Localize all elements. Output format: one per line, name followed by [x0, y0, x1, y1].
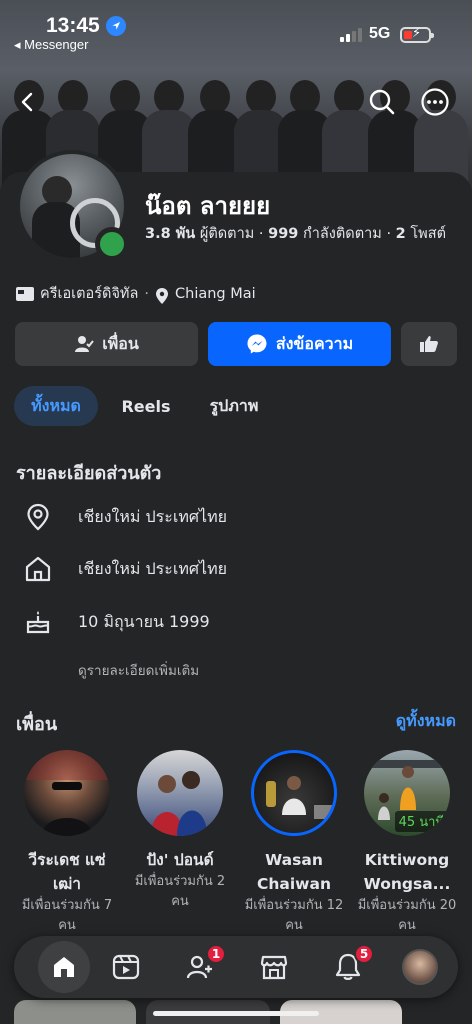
tab-photos[interactable]: รูปภาพ: [192, 386, 276, 426]
more-options-button[interactable]: [419, 86, 451, 118]
location-pin-icon: [155, 287, 169, 304]
back-button[interactable]: [12, 86, 44, 118]
network-type: 5G: [369, 25, 391, 42]
message-button[interactable]: ส่งข้อความ: [208, 322, 391, 366]
back-to-app-link[interactable]: ◂ Messenger: [14, 37, 88, 53]
detail-birthday: 10 มิถุนายน 1999: [0, 602, 472, 642]
battery-icon: ⚡: [400, 26, 434, 43]
detail-birthday-text: 10 มิถุนายน 1999: [78, 611, 210, 631]
nav-notifications[interactable]: 5: [328, 944, 374, 987]
online-indicator: [95, 227, 129, 261]
friend-card[interactable]: ปัง' ปอนด์ มีเพื่อนร่วมกัน 2 คน: [128, 750, 232, 912]
friend-card[interactable]: วีระเดช แซ่ เฒ่า มีเพื่อนร่วมกัน 7 คน: [15, 750, 119, 936]
friends-title: เพื่อน: [16, 714, 58, 735]
detail-lives-in: เชียงใหม่ ประเทศไทย: [0, 497, 472, 537]
detail-lives-in-text: เชียงใหม่ ประเทศไทย: [78, 506, 227, 526]
profile-name: น๊อต ลายยย: [145, 192, 271, 220]
friend-avatar-story[interactable]: [251, 750, 337, 836]
status-bar: 13:45 ◂ Messenger 5G ⚡: [0, 0, 472, 56]
details-title: รายละเอียดส่วนตัว: [16, 463, 162, 484]
messenger-icon: [246, 333, 268, 355]
nav-home[interactable]: [38, 941, 90, 993]
tab-all[interactable]: ทั้งหมด: [14, 386, 98, 426]
video-icon: [112, 954, 140, 980]
chevron-left-icon: [21, 92, 33, 112]
posts-label: โพสต์: [410, 226, 446, 242]
detail-hometown: เชียงใหม่ ประเทศไทย: [0, 549, 472, 589]
friend-mutual: มีเพื่อนร่วมกัน 20 คน: [357, 898, 457, 933]
profile-meta: ครีเอเตอร์ดิจิทัล · Chiang Mai: [16, 282, 256, 305]
nav-profile-avatar[interactable]: [402, 949, 438, 985]
story-time-badge: 45 นาที: [394, 811, 448, 832]
search-button[interactable]: [366, 86, 398, 118]
post-preview-1: [14, 1000, 136, 1024]
friend-name[interactable]: วีระเดช แซ่ เฒ่า: [15, 848, 119, 896]
friend-card[interactable]: Wasan Chaiwan มีเพื่อนร่วมกัน 12 คน: [242, 750, 346, 936]
posts-count: 2: [395, 226, 406, 242]
profile-location[interactable]: Chiang Mai: [175, 286, 256, 302]
search-icon: [369, 89, 395, 115]
notifications-badge: 5: [354, 944, 374, 964]
friend-card[interactable]: 45 นาที Kittiwong Wongsa... มีเพื่อนร่วม…: [355, 750, 459, 936]
nav-friends[interactable]: 1: [180, 944, 226, 987]
birthday-cake-icon: [24, 608, 52, 636]
friends-badge: 1: [206, 944, 226, 964]
follow-options-button[interactable]: [401, 322, 457, 366]
friends-button[interactable]: เพื่อน: [15, 322, 198, 366]
friend-name[interactable]: ปัง' ปอนด์: [128, 848, 232, 872]
more-icon: [421, 88, 449, 116]
friend-avatar[interactable]: [137, 750, 223, 836]
friend-mutual: มีเพื่อนร่วมกัน 12 คน: [244, 898, 344, 933]
home-icon: [24, 555, 52, 583]
profile-category: ครีเอเตอร์ดิจิทัล: [40, 286, 139, 302]
marketplace-icon: [260, 955, 288, 980]
friends-button-label: เพื่อน: [102, 333, 139, 353]
following-label[interactable]: กำลังติดตาม: [303, 226, 382, 242]
friend-name[interactable]: Wasan Chaiwan: [242, 848, 346, 896]
following-count[interactable]: 999: [268, 226, 298, 242]
followers-count[interactable]: 3.8 พัน: [145, 226, 195, 242]
friend-name[interactable]: Kittiwong Wongsa...: [355, 848, 459, 896]
friend-mutual: มีเพื่อนร่วมกัน 7 คน: [21, 898, 113, 933]
nav-video[interactable]: [106, 947, 146, 987]
friend-mutual: มีเพื่อนร่วมกัน 2 คน: [134, 874, 226, 909]
see-more-details-link[interactable]: ดูรายละเอียดเพิ่มเติม: [78, 659, 199, 681]
creator-icon: [16, 286, 34, 301]
home-icon: [54, 957, 74, 977]
message-button-label: ส่งข้อความ: [275, 333, 354, 353]
followers-label[interactable]: ผู้ติดตาม: [200, 226, 254, 242]
location-arrow-icon: [106, 16, 126, 36]
location-pin-icon: [24, 503, 52, 531]
home-indicator: [153, 1011, 319, 1016]
bottom-nav: 1 5: [14, 936, 458, 998]
thumbs-icon: [420, 336, 438, 352]
see-all-friends-link[interactable]: ดูทั้งหมด: [396, 709, 456, 734]
detail-hometown-text: เชียงใหม่ ประเทศไทย: [78, 558, 227, 578]
status-time: 13:45: [46, 14, 100, 37]
tab-reels[interactable]: Reels: [112, 386, 180, 426]
nav-marketplace[interactable]: [254, 947, 294, 987]
friend-check-icon: [74, 334, 94, 354]
signal-icon: [340, 28, 364, 42]
friend-avatar[interactable]: [24, 750, 110, 836]
profile-stats: 3.8 พัน ผู้ติดตาม · 999 กำลังติดตาม · 2 …: [145, 226, 446, 242]
friend-avatar[interactable]: 45 นาที: [364, 750, 450, 836]
